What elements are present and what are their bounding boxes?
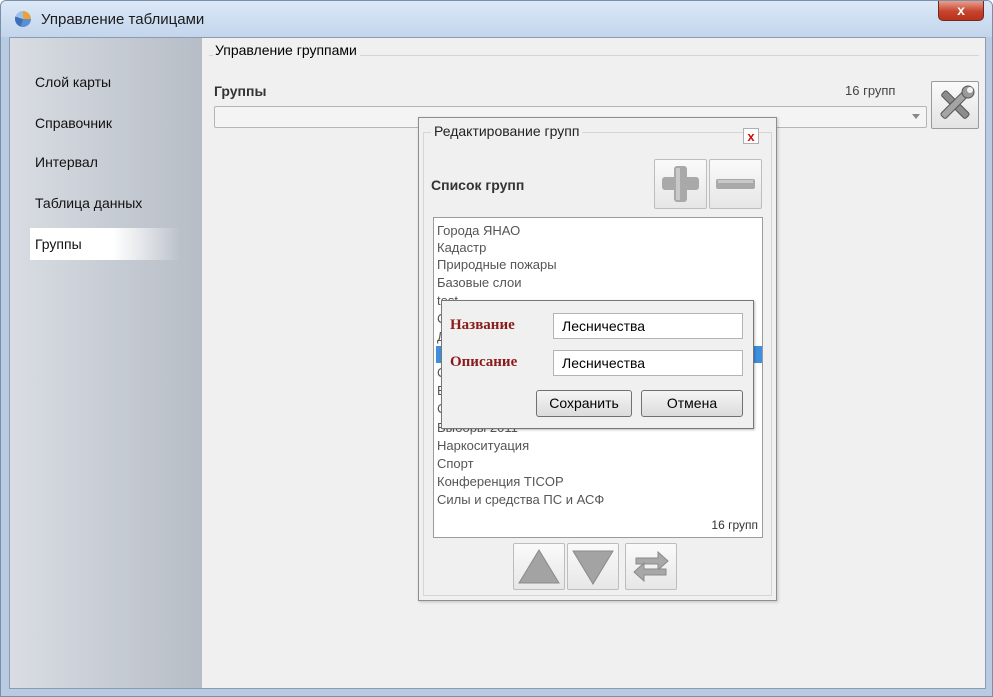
name-input[interactable] <box>553 313 743 339</box>
description-input[interactable] <box>553 350 743 376</box>
sidebar-item-data-table[interactable]: Таблица данных <box>10 187 200 219</box>
dialog-title: Редактирование групп <box>431 123 583 139</box>
window-close-button[interactable]: x <box>938 1 984 21</box>
window-title: Управление таблицами <box>41 11 205 28</box>
group-management-legend: Управление группами <box>213 42 360 58</box>
groups-count: 16 групп <box>845 83 896 98</box>
list-count: 16 групп <box>711 518 758 532</box>
sidebar-item-map-layer[interactable]: Слой карты <box>10 66 200 98</box>
edit-group-popup: Название Описание Сохранить Отмена <box>441 300 754 429</box>
sidebar: Слой карты Справочник Интервал Таблица д… <box>10 38 202 688</box>
swap-button[interactable] <box>625 543 677 590</box>
list-item[interactable]: Конференция TICOP <box>437 473 564 490</box>
add-group-button[interactable] <box>654 159 707 209</box>
list-item[interactable]: Природные пожары <box>437 256 557 273</box>
dialog-close-button[interactable]: x <box>743 128 759 144</box>
tools-icon <box>940 85 975 119</box>
title-bar: Управление таблицами x <box>1 1 992 37</box>
list-item[interactable]: Наркоситуация <box>437 437 529 454</box>
cancel-button[interactable]: Отмена <box>641 390 743 417</box>
sidebar-item-reference[interactable]: Справочник <box>10 107 200 139</box>
sidebar-item-interval[interactable]: Интервал <box>10 146 200 178</box>
list-item[interactable]: Города ЯНАО <box>437 222 520 239</box>
app-globe-icon <box>15 11 31 27</box>
arrow-down-icon <box>572 550 614 585</box>
remove-group-button[interactable] <box>709 159 762 209</box>
swap-icon <box>633 550 669 583</box>
minus-icon <box>716 179 755 189</box>
plus-icon <box>662 166 699 202</box>
main-window: Управление таблицами x Слой карты Справо… <box>0 0 993 697</box>
name-label: Название <box>450 317 515 333</box>
save-button[interactable]: Сохранить <box>536 390 632 417</box>
edit-groups-button[interactable] <box>931 81 979 129</box>
chevron-down-icon[interactable] <box>912 114 920 119</box>
sidebar-item-groups[interactable]: Группы <box>30 228 180 260</box>
arrow-up-icon <box>518 549 560 584</box>
group-list-label: Список групп <box>431 177 525 193</box>
description-label: Описание <box>450 354 518 370</box>
move-down-button[interactable] <box>567 543 619 590</box>
groups-label: Группы <box>214 83 267 99</box>
move-up-button[interactable] <box>513 543 565 590</box>
list-item[interactable]: Силы и средства ПС и АСФ <box>437 491 604 508</box>
list-item[interactable]: Базовые слои <box>437 274 521 291</box>
list-item[interactable]: Кадастр <box>437 239 486 256</box>
list-item[interactable]: Спорт <box>437 455 474 472</box>
